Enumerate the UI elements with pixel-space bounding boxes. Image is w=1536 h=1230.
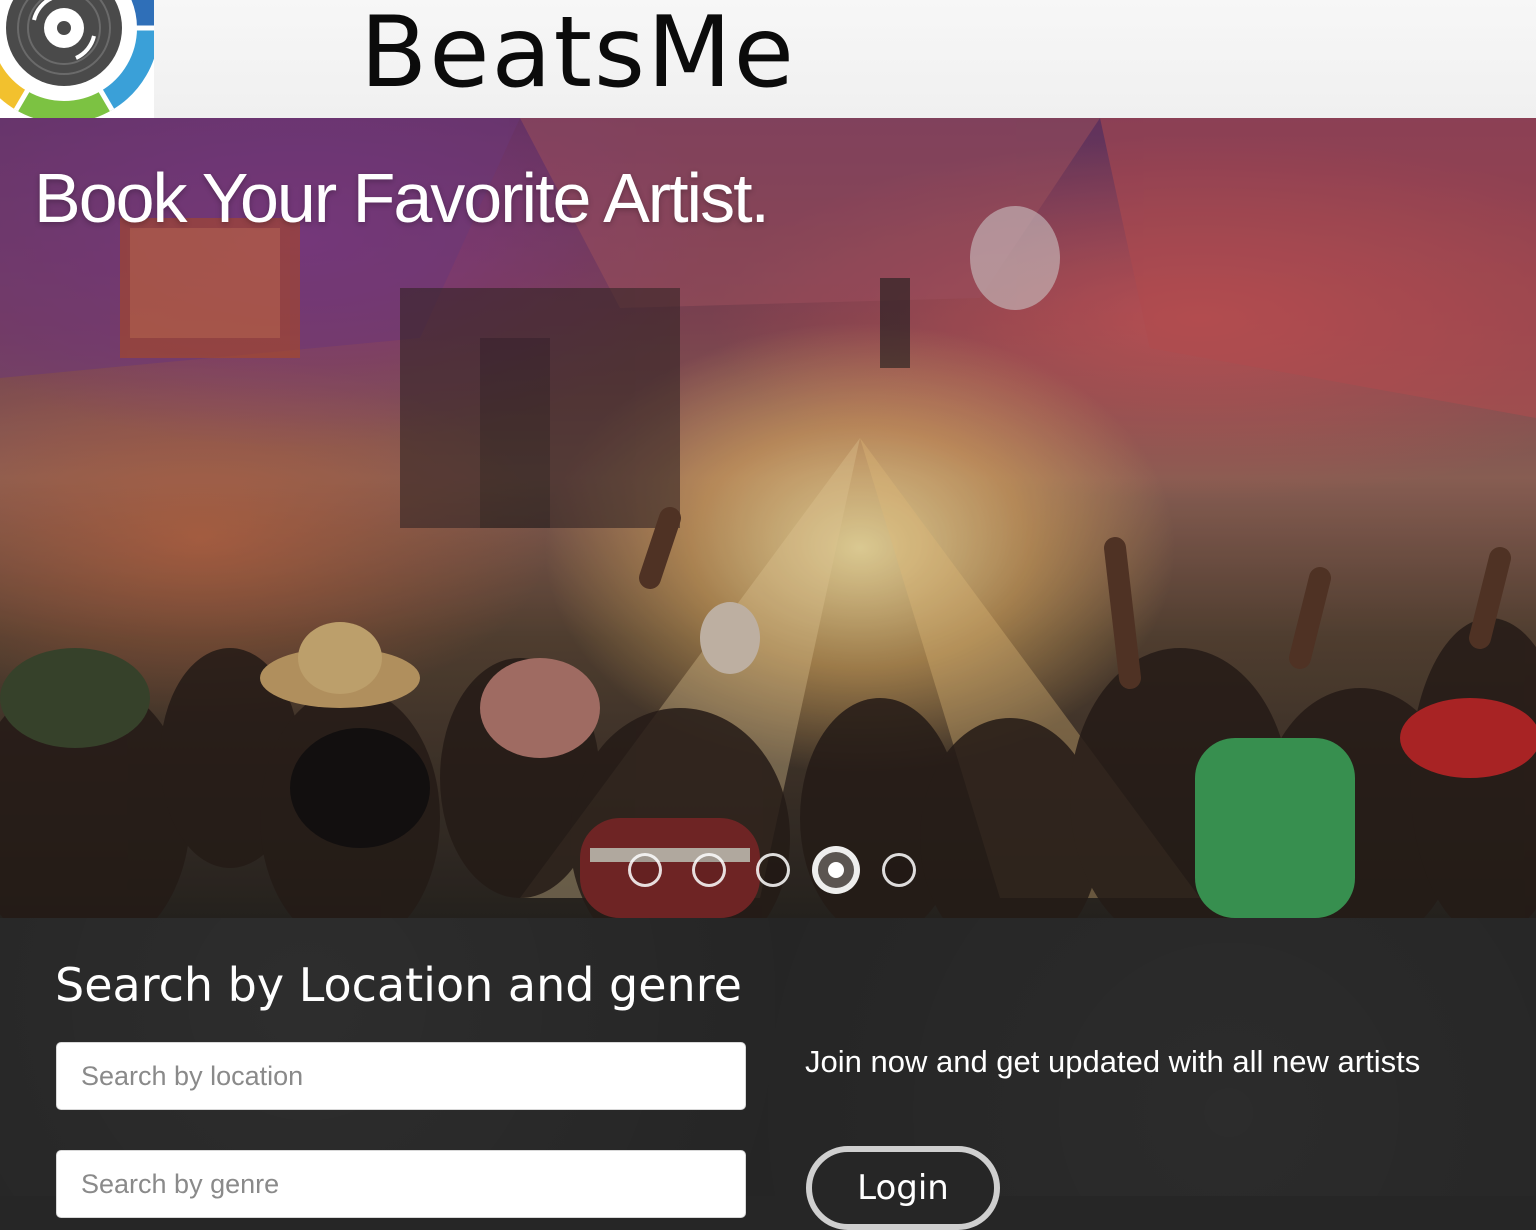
genre-search-input[interactable]: [56, 1150, 746, 1218]
carousel-dot-3[interactable]: [756, 853, 790, 887]
carousel-dot-2[interactable]: [692, 853, 726, 887]
location-search-input[interactable]: [56, 1042, 746, 1110]
carousel-dot-5[interactable]: [882, 853, 916, 887]
login-button[interactable]: Login: [806, 1146, 1000, 1230]
site-header: BeatsMe: [0, 0, 1536, 118]
hero-festival-image: [0, 118, 1536, 918]
carousel-indicators: [628, 846, 946, 894]
brand-name[interactable]: BeatsMe: [360, 0, 796, 112]
vinyl-record-icon: [0, 0, 154, 118]
hero-carousel: Book Your Favorite Artist.: [0, 118, 1536, 918]
join-text: Join now and get updated with all new ar…: [805, 1044, 1421, 1079]
carousel-dot-1[interactable]: [628, 853, 662, 887]
hero-title: Book Your Favorite Artist.: [34, 159, 770, 237]
logo[interactable]: [0, 0, 154, 118]
search-heading: Search by Location and genre: [55, 958, 742, 1012]
carousel-dot-4-active[interactable]: [812, 846, 860, 894]
search-section: Search by Location and genre Join now an…: [0, 918, 1536, 1230]
